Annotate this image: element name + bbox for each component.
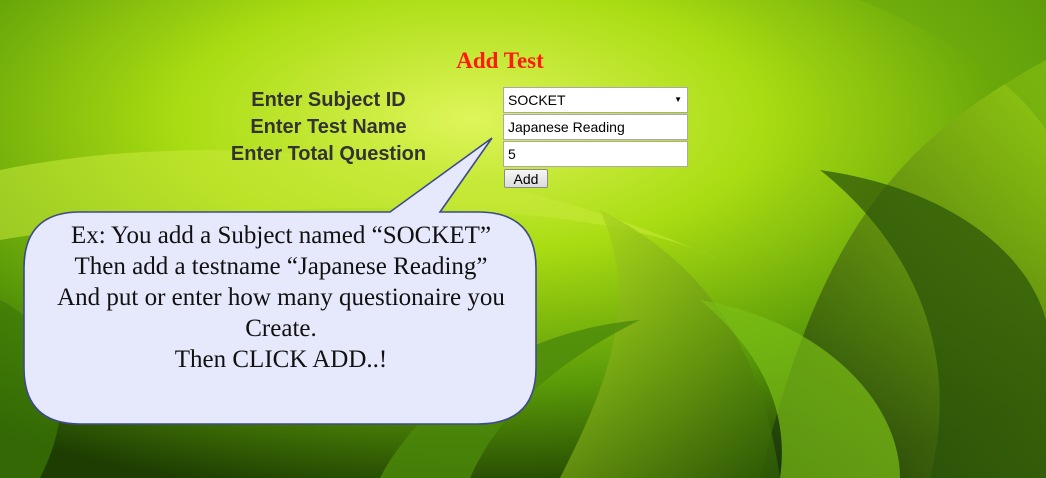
test-name-input[interactable]: Japanese Reading: [503, 114, 688, 140]
callout-line: Ex: You add a Subject named “SOCKET”: [70, 222, 492, 249]
test-name-value: Japanese Reading: [508, 119, 625, 135]
callout-line: And put or enter how many questionaire y…: [57, 284, 505, 311]
callout-line: Then CLICK ADD..!: [174, 346, 388, 373]
page-title: Add Test: [456, 48, 544, 73]
add-button[interactable]: Add: [504, 169, 548, 188]
total-question-label: Enter Total Question: [230, 143, 427, 165]
subject-id-label: Enter Subject ID: [251, 89, 406, 111]
callout-line: Create.: [245, 315, 317, 342]
test-name-label: Enter Test Name: [250, 116, 407, 138]
instruction-callout-text: Ex: You add a Subject named “SOCKET” The…: [26, 220, 536, 375]
total-question-input[interactable]: 5: [503, 141, 688, 167]
total-question-value: 5: [508, 146, 516, 162]
subject-id-select[interactable]: SOCKET ▼: [503, 87, 688, 113]
callout-line: Then add a testname “Japanese Reading”: [74, 253, 488, 280]
chevron-down-icon: ▼: [674, 95, 682, 104]
subject-id-select-value: SOCKET: [508, 92, 566, 108]
